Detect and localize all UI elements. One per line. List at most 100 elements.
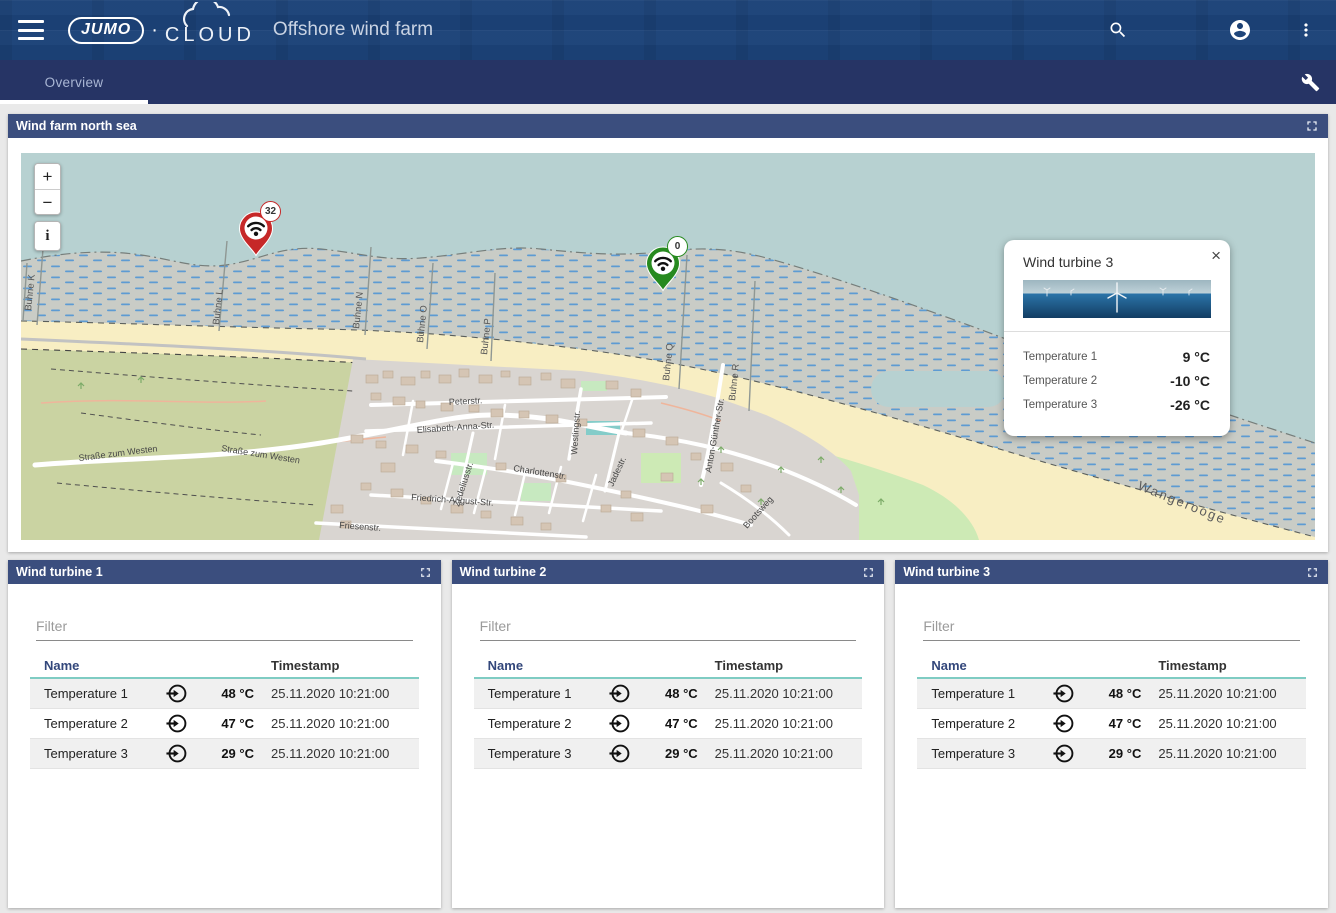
row-value: 47 °C: [1083, 716, 1141, 731]
more-menu-icon[interactable]: [1292, 16, 1320, 44]
input-signal-icon: [156, 712, 196, 735]
fullscreen-icon[interactable]: [1304, 118, 1320, 134]
popup-row: Temperature 1 9 °C: [1023, 349, 1210, 365]
table-row: Temperature 2 47 °C 25.11.2020 10:21:00: [474, 709, 863, 739]
row-name: Temperature 3: [30, 746, 156, 761]
panel-header: Wind turbine 3: [895, 560, 1328, 584]
panel-header: Wind turbine 2: [452, 560, 885, 584]
table-header-row: Name Timestamp: [474, 653, 863, 679]
row-timestamp: 25.11.2020 10:21:00: [271, 686, 389, 701]
fullscreen-icon[interactable]: [861, 565, 876, 580]
app-bar: JUMO · CLOUD Offshore wind farm: [0, 0, 1336, 60]
input-signal-icon: [600, 682, 640, 705]
table-row: Temperature 2 47 °C 25.11.2020 10:21:00: [30, 709, 419, 739]
row-name: Temperature 1: [917, 686, 1043, 701]
panel-wind-turbine-1: Wind turbine 1 Name Timestamp Temperatur…: [8, 560, 441, 908]
filter-input[interactable]: [480, 614, 857, 641]
table-row: Temperature 3 29 °C 25.11.2020 10:21:00: [30, 739, 419, 769]
map-panel-title: Wind farm north sea: [16, 119, 137, 133]
filter-input[interactable]: [36, 614, 413, 641]
info-button[interactable]: i: [35, 222, 60, 250]
wrench-icon[interactable]: [1297, 69, 1324, 96]
account-icon[interactable]: [1224, 14, 1256, 46]
panel-title: Wind turbine 2: [460, 565, 547, 579]
popup-title: Wind turbine 3: [1004, 240, 1230, 270]
search-icon[interactable]: [1104, 16, 1132, 44]
panel-header: Wind turbine 1: [8, 560, 441, 584]
marker-badge: 32: [260, 201, 281, 222]
input-signal-icon: [600, 742, 640, 765]
popup-row: Temperature 2 -10 °C: [1023, 373, 1210, 389]
map-marker-red[interactable]: 32: [238, 211, 274, 257]
popup-row-value: -10 °C: [1170, 373, 1210, 389]
input-signal-icon: [600, 712, 640, 735]
row-timestamp: 25.11.2020 10:21:00: [715, 686, 833, 701]
row-value: 47 °C: [196, 716, 254, 731]
table-row: Temperature 3 29 °C 25.11.2020 10:21:00: [474, 739, 863, 769]
row-value: 47 °C: [640, 716, 698, 731]
input-signal-icon: [1043, 712, 1083, 735]
column-header-name: Name: [474, 658, 600, 673]
panel-title: Wind turbine 1: [16, 565, 103, 579]
tab-bar: Overview: [0, 60, 1336, 104]
map-zoom-control: + −: [34, 163, 61, 215]
row-timestamp: 25.11.2020 10:21:00: [715, 746, 833, 761]
row-timestamp: 25.11.2020 10:21:00: [1158, 686, 1276, 701]
close-icon[interactable]: ×: [1211, 247, 1221, 264]
fullscreen-icon[interactable]: [418, 565, 433, 580]
panel-title: Wind turbine 3: [903, 565, 990, 579]
column-header-name: Name: [30, 658, 156, 673]
row-value: 48 °C: [640, 686, 698, 701]
panel-wind-turbine-3: Wind turbine 3 Name Timestamp Temperatur…: [895, 560, 1328, 908]
cloud-icon: [183, 2, 245, 28]
row-name: Temperature 3: [474, 746, 600, 761]
panel-wind-turbine-2: Wind turbine 2 Name Timestamp Temperatur…: [452, 560, 885, 908]
data-table: Name Timestamp Temperature 1 48 °C 25.11…: [30, 653, 419, 769]
column-header-name: Name: [917, 658, 1043, 673]
row-name: Temperature 2: [474, 716, 600, 731]
table-row: Temperature 1 48 °C 25.11.2020 10:21:00: [474, 679, 863, 709]
row-name: Temperature 1: [30, 686, 156, 701]
column-header-timestamp: Timestamp: [271, 658, 339, 673]
row-name: Temperature 2: [917, 716, 1043, 731]
popup-row-value: 9 °C: [1183, 349, 1210, 365]
popup-row-name: Temperature 2: [1023, 375, 1097, 387]
menu-icon[interactable]: [18, 20, 44, 40]
popup-row: Temperature 3 -26 °C: [1023, 397, 1210, 413]
input-signal-icon: [1043, 682, 1083, 705]
tab-overview-label: Overview: [45, 75, 104, 90]
fullscreen-icon[interactable]: [1305, 565, 1320, 580]
row-timestamp: 25.11.2020 10:21:00: [271, 746, 389, 761]
jumo-logo: JUMO: [68, 17, 144, 44]
popup-row-name: Temperature 3: [1023, 399, 1097, 411]
turbine-cards-row: Wind turbine 1 Name Timestamp Temperatur…: [8, 560, 1328, 908]
row-name: Temperature 3: [917, 746, 1043, 761]
jumo-cloud-logo: JUMO · CLOUD: [68, 14, 255, 47]
input-signal-icon: [1043, 742, 1083, 765]
page-title: Offshore wind farm: [273, 19, 433, 41]
tab-overview[interactable]: Overview: [0, 60, 148, 104]
table-row: Temperature 2 47 °C 25.11.2020 10:21:00: [917, 709, 1306, 739]
row-value: 29 °C: [1083, 746, 1141, 761]
map-panel-header: Wind farm north sea: [8, 114, 1328, 138]
map-panel: Wind farm north sea: [8, 114, 1328, 552]
table-row: Temperature 1 48 °C 25.11.2020 10:21:00: [917, 679, 1306, 709]
filter-input[interactable]: [923, 614, 1300, 641]
zoom-in-button[interactable]: +: [35, 164, 60, 189]
row-timestamp: 25.11.2020 10:21:00: [715, 716, 833, 731]
row-name: Temperature 2: [30, 716, 156, 731]
map-label-street: Peterstr.: [449, 395, 483, 407]
map[interactable]: Straße zum WestenStraße zum WestenPeters…: [21, 153, 1315, 540]
row-name: Temperature 1: [474, 686, 600, 701]
logo-separator: ·: [151, 19, 158, 42]
map-marker-green-1[interactable]: 0: [645, 246, 681, 292]
data-table: Name Timestamp Temperature 1 48 °C 25.11…: [474, 653, 863, 769]
row-value: 48 °C: [196, 686, 254, 701]
row-timestamp: 25.11.2020 10:21:00: [271, 716, 389, 731]
popup-row-name: Temperature 1: [1023, 351, 1097, 363]
marker-badge: 0: [667, 236, 688, 257]
map-popup: Wind turbine 3 ×: [1004, 240, 1230, 436]
zoom-out-button[interactable]: −: [35, 189, 60, 214]
table-header-row: Name Timestamp: [917, 653, 1306, 679]
table-row: Temperature 1 48 °C 25.11.2020 10:21:00: [30, 679, 419, 709]
